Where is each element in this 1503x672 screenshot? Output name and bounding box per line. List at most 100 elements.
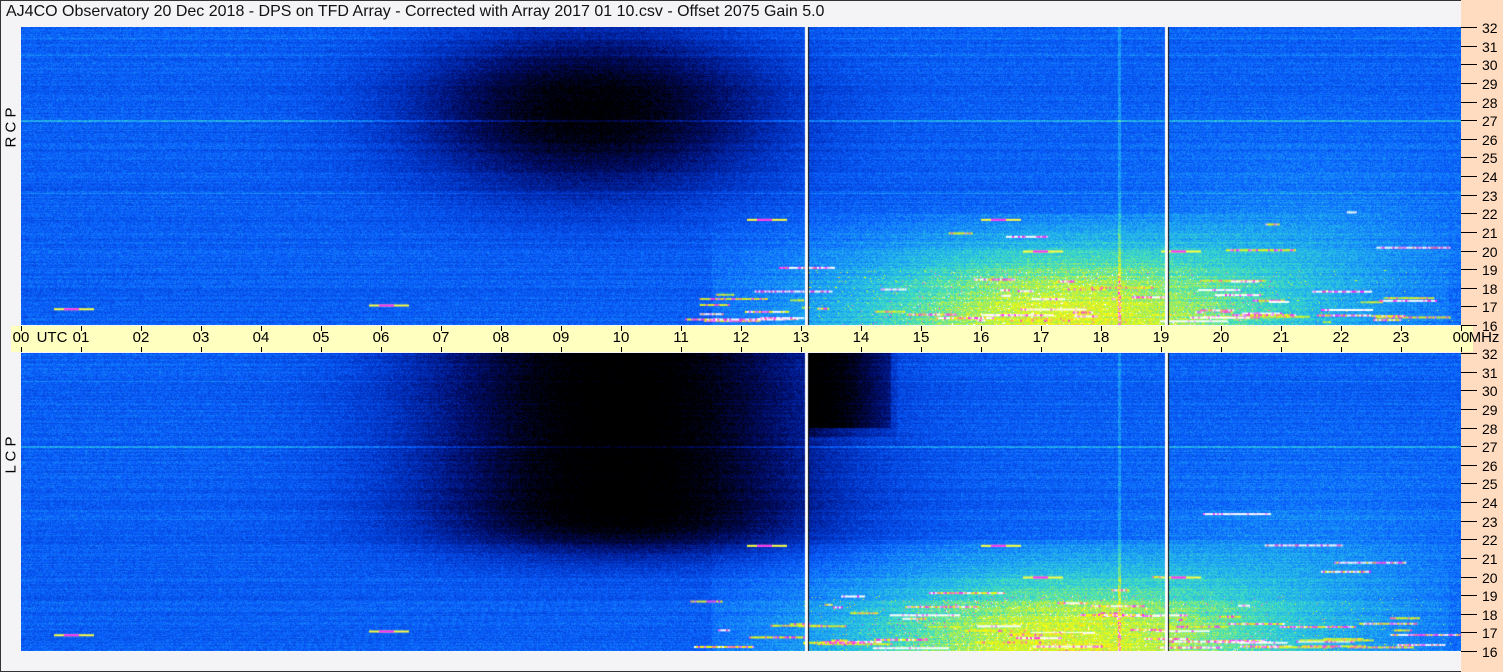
frequency-tick-label: 19: [1482, 588, 1498, 604]
frequency-tick: [1461, 325, 1477, 326]
frequency-tick-label: 24: [1482, 495, 1498, 511]
frequency-tick: [1461, 651, 1477, 652]
frequency-tick: [1461, 521, 1477, 522]
frequency-tick-label: 23: [1482, 514, 1498, 530]
frequency-tick-label: 17: [1482, 625, 1498, 641]
time-tick: [141, 347, 142, 352]
time-tick: [321, 347, 322, 352]
time-tick: [501, 347, 502, 352]
frequency-tick-label: 17: [1482, 299, 1498, 315]
time-tick-label: 01: [72, 329, 90, 346]
frequency-tick: [1461, 465, 1477, 466]
time-tick-label: 10: [612, 329, 630, 346]
frequency-tick-label: 32: [1482, 20, 1498, 36]
frequency-tick-label: 18: [1482, 281, 1498, 297]
time-tick: [1341, 347, 1342, 352]
time-tick: [1401, 347, 1402, 352]
time-tick-label: 14: [852, 329, 870, 346]
frequency-tick: [1461, 288, 1477, 289]
frequency-tick: [1461, 195, 1477, 196]
frequency-tick: [1461, 251, 1477, 252]
time-tick: [1281, 347, 1282, 352]
time-tick: [681, 347, 682, 352]
time-tick: [861, 347, 862, 352]
frequency-tick: [1461, 632, 1477, 633]
frequency-tick-label: 21: [1482, 225, 1498, 241]
frequency-tick-label: 30: [1482, 57, 1498, 73]
chart-title: AJ4CO Observatory 20 Dec 2018 - DPS on T…: [6, 3, 825, 20]
frequency-tick: [1461, 614, 1477, 615]
time-tick: [21, 347, 22, 352]
frequency-tick: [1461, 409, 1477, 410]
time-tick-label: 16: [972, 329, 990, 346]
time-tick-label: 11: [673, 329, 689, 346]
time-tick: [1461, 347, 1462, 352]
frequency-tick: [1461, 502, 1477, 503]
time-tick-label: 18: [1092, 329, 1110, 346]
time-tick-label: 22: [1332, 329, 1350, 346]
frequency-tick-label: 25: [1482, 476, 1498, 492]
time-tick: [981, 347, 982, 352]
time-tick: [1221, 347, 1222, 352]
frequency-tick-label: 29: [1482, 76, 1498, 92]
frequency-tick: [1461, 390, 1477, 391]
frequency-tick: [1461, 269, 1477, 270]
time-tick: [621, 347, 622, 352]
frequency-tick: [1461, 446, 1477, 447]
frequency-tick: [1461, 353, 1477, 354]
frequency-tick: [1461, 102, 1477, 103]
lcp-panel-label: L C P: [2, 436, 20, 474]
rcp-heatmap-canvas: [21, 27, 1461, 325]
frequency-tick: [1461, 595, 1477, 596]
frequency-tick-label: 22: [1482, 206, 1498, 222]
time-tick: [441, 347, 442, 352]
time-tick-label: 03: [192, 329, 210, 346]
time-tick-label: 13: [792, 329, 810, 346]
frequency-tick-label: 24: [1482, 169, 1498, 185]
frequency-tick: [1461, 176, 1477, 177]
time-tick: [381, 347, 382, 352]
time-tick: [921, 347, 922, 352]
frequency-tick: [1461, 558, 1477, 559]
frequency-tick-label: 31: [1482, 365, 1498, 381]
frequency-tick-label: 26: [1482, 132, 1498, 148]
time-tick: [201, 347, 202, 352]
frequency-tick: [1461, 83, 1477, 84]
frequency-tick-label: 20: [1482, 244, 1498, 260]
time-tick-label: 00: [1452, 329, 1470, 346]
utc-label: UTC: [36, 329, 68, 346]
frequency-tick: [1461, 157, 1477, 158]
time-tick-label: 08: [492, 329, 510, 346]
frequency-tick-label: 31: [1482, 39, 1498, 55]
frequency-tick-label: 25: [1482, 150, 1498, 166]
frequency-tick-label: 19: [1482, 262, 1498, 278]
frequency-tick: [1461, 577, 1477, 578]
time-tick: [561, 347, 562, 352]
time-tick-label: 02: [132, 329, 150, 346]
time-tick-label: 04: [252, 329, 270, 346]
frequency-tick-label: 18: [1482, 607, 1498, 623]
lcp-heatmap-canvas: [21, 353, 1461, 651]
frequency-tick-label: 16: [1482, 644, 1498, 660]
frequency-tick: [1461, 428, 1477, 429]
frequency-tick-label: 32: [1482, 346, 1498, 362]
frequency-tick: [1461, 372, 1477, 373]
time-tick: [741, 347, 742, 352]
frequency-tick: [1461, 539, 1477, 540]
frequency-tick-label: 22: [1482, 532, 1498, 548]
time-tick-label: 09: [552, 329, 570, 346]
time-tick: [261, 347, 262, 352]
time-tick: [81, 347, 82, 352]
frequency-tick: [1461, 232, 1477, 233]
time-tick-label: 20: [1212, 329, 1230, 346]
time-tick-label: 12: [732, 329, 750, 346]
time-tick-label: 00: [12, 329, 30, 346]
time-tick: [1101, 347, 1102, 352]
time-tick-label: 17: [1032, 329, 1050, 346]
frequency-tick: [1461, 120, 1477, 121]
frequency-tick-label: 27: [1482, 113, 1498, 129]
frequency-tick: [1461, 139, 1477, 140]
time-tick-label: 15: [912, 329, 930, 346]
frequency-tick-label: 23: [1482, 188, 1498, 204]
time-tick-label: 23: [1392, 329, 1410, 346]
